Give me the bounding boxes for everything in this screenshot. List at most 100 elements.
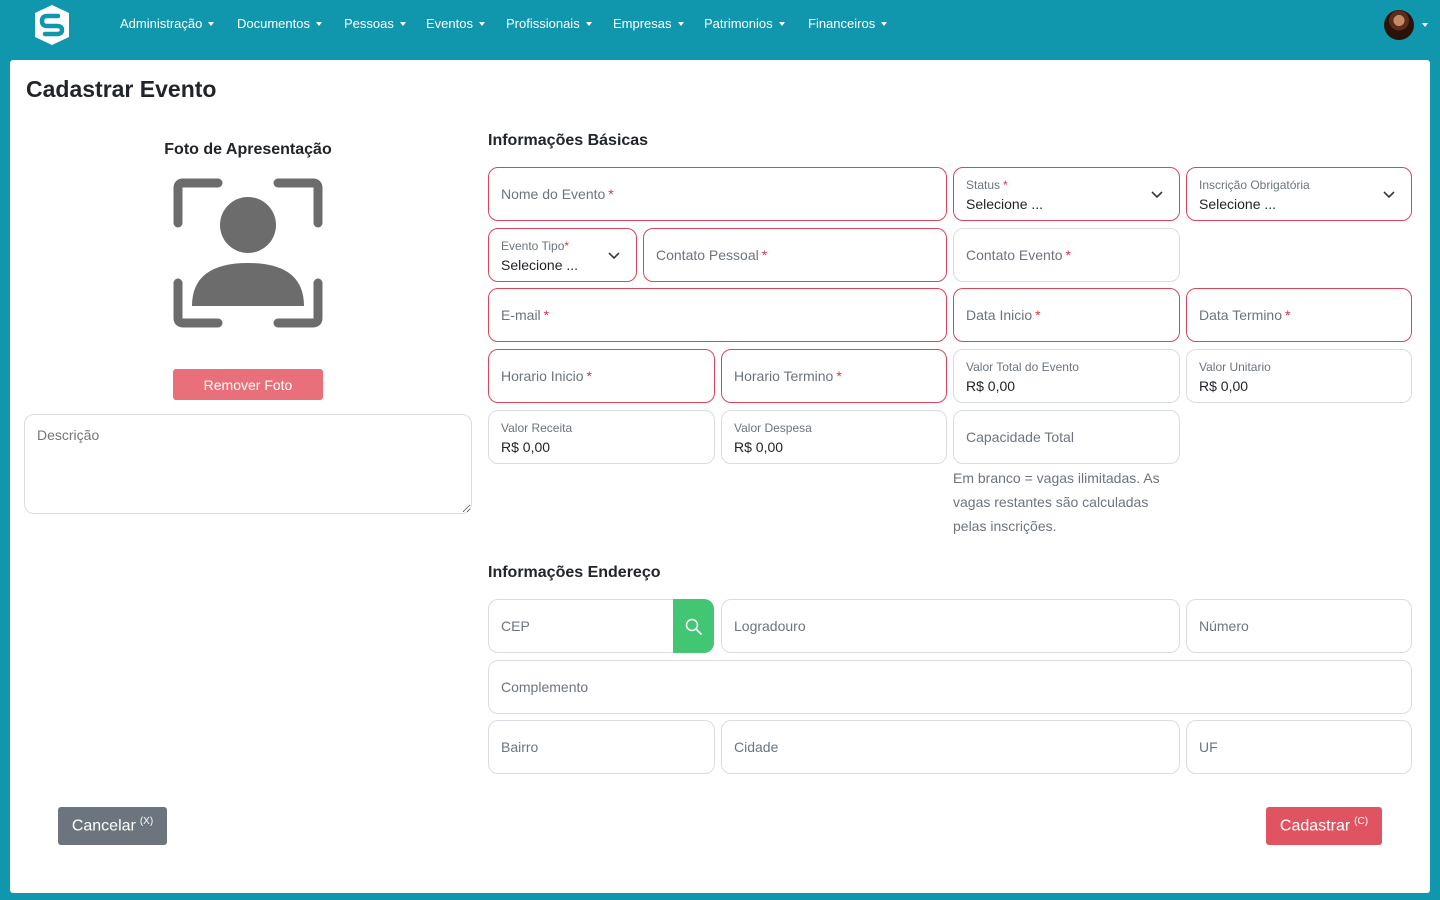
required-mark: *	[761, 247, 768, 263]
caret-down-icon	[1422, 23, 1428, 27]
end-date-placeholder: Data Termino	[1199, 307, 1283, 323]
required-mark: *	[586, 368, 592, 384]
end-date-input[interactable]: Data Termino *	[1186, 288, 1412, 342]
cancel-button[interactable]: Cancelar (X)	[58, 807, 167, 845]
photo-section-title: Foto de Apresentação	[164, 141, 332, 158]
unit-value-input[interactable]: Valor Unitario R$ 0,00	[1186, 349, 1412, 403]
status-label: Status	[966, 178, 1001, 192]
cep-placeholder: CEP	[501, 618, 530, 634]
expense-value-value: R$ 0,00	[734, 439, 784, 455]
section-title-address: Informações Endereço	[488, 564, 661, 581]
start-time-placeholder: Horario Inicio	[501, 368, 584, 384]
caret-down-icon	[399, 22, 406, 26]
event-contact-placeholder: Contato Evento	[966, 247, 1063, 263]
email-field[interactable]: E-mail *	[488, 288, 947, 342]
caret-down-icon	[585, 22, 592, 26]
nav-menu-administracao[interactable]: Administração	[120, 16, 215, 31]
event-contact-input[interactable]: Contato Evento *	[953, 228, 1180, 282]
revenue-value-input[interactable]: Valor Receita R$ 0,00	[488, 410, 715, 464]
nav-menu-eventos[interactable]: Eventos	[426, 16, 485, 31]
inscription-required-select[interactable]: Inscrição Obrigatória Selecione ...	[1186, 167, 1412, 221]
number-placeholder: Número	[1199, 618, 1249, 634]
page-title: Cadastrar Evento	[26, 76, 217, 102]
event-type-label: Evento Tipo	[501, 239, 565, 253]
nav-menu-documentos[interactable]: Documentos	[237, 16, 322, 31]
event-type-select[interactable]: Evento Tipo* Selecione ...	[488, 228, 637, 282]
chevron-down-icon	[1383, 191, 1395, 199]
state-placeholder: UF	[1199, 739, 1218, 755]
remove-photo-button[interactable]: Remover Foto	[173, 369, 323, 400]
city-placeholder: Cidade	[734, 739, 779, 755]
neighborhood-placeholder: Bairro	[501, 739, 539, 755]
submit-button[interactable]: Cadastrar (C)	[1266, 807, 1382, 845]
end-time-input[interactable]: Horario Termino *	[721, 349, 947, 403]
required-mark: *	[1285, 307, 1291, 323]
cep-search-button[interactable]	[673, 599, 714, 653]
total-value-label: Valor Total do Evento	[966, 360, 1079, 374]
event-name-input[interactable]: Nome do Evento *	[488, 167, 947, 221]
total-capacity-input[interactable]: Capacidade Total	[953, 410, 1180, 464]
caret-down-icon	[315, 22, 322, 26]
user-menu[interactable]	[1384, 10, 1430, 40]
total-capacity-placeholder: Capacidade Total	[966, 429, 1074, 445]
neighborhood-input[interactable]: Bairro	[488, 720, 715, 774]
app-logo-icon[interactable]	[30, 3, 74, 47]
total-value-value: R$ 0,00	[966, 378, 1016, 394]
required-mark: *	[564, 239, 570, 253]
chevron-down-icon	[608, 252, 620, 260]
personal-contact-input[interactable]: Contato Pessoal *	[643, 228, 947, 282]
event-name-placeholder: Nome do Evento	[501, 186, 606, 202]
event-type-value: Selecione ...	[501, 257, 579, 273]
city-input[interactable]: Cidade	[721, 720, 1180, 774]
complement-input[interactable]: Complemento	[488, 660, 1412, 714]
inscription-required-label: Inscrição Obrigatória	[1199, 178, 1310, 192]
caret-down-icon	[881, 22, 888, 26]
total-value-input[interactable]: Valor Total do Evento R$ 0,00	[953, 349, 1180, 403]
caret-down-icon	[208, 22, 215, 26]
nav-menu-patrimonios[interactable]: Patrimonios	[704, 16, 785, 31]
revenue-value-value: R$ 0,00	[501, 439, 551, 455]
nav-menu-profissionais[interactable]: Profissionais	[506, 16, 592, 31]
required-mark: *	[1035, 307, 1041, 323]
required-mark: *	[543, 307, 550, 323]
capacity-help-text: Em branco = vagas ilimitadas. As vagas r…	[953, 470, 1160, 534]
email-placeholder: E-mail	[501, 307, 541, 323]
nav-menu-pessoas[interactable]: Pessoas	[344, 16, 406, 31]
inscription-required-value: Selecione ...	[1199, 196, 1277, 212]
caret-down-icon	[478, 22, 485, 26]
caret-down-icon	[677, 22, 684, 26]
nav-menu-empresas[interactable]: Empresas	[613, 16, 684, 31]
status-select[interactable]: Status * Selecione ...	[953, 167, 1180, 221]
expense-value-label: Valor Despesa	[734, 421, 812, 435]
required-mark: *	[1065, 247, 1071, 263]
complement-placeholder: Complemento	[501, 679, 589, 695]
section-title-basic: Informações Básicas	[488, 132, 649, 149]
start-time-input[interactable]: Horario Inicio *	[488, 349, 715, 403]
status-value: Selecione ...	[966, 196, 1044, 212]
start-date-input[interactable]: Data Inicio *	[953, 288, 1180, 342]
expense-value-input[interactable]: Valor Despesa R$ 0,00	[721, 410, 947, 464]
start-date-placeholder: Data Inicio	[966, 307, 1033, 323]
caret-down-icon	[778, 22, 785, 26]
state-input[interactable]: UF	[1186, 720, 1412, 774]
submit-label: Cadastrar	[1279, 817, 1351, 835]
street-input[interactable]: Logradouro	[721, 599, 1180, 653]
unit-value-value: R$ 0,00	[1199, 378, 1249, 394]
user-photo-placeholder-icon[interactable]	[173, 178, 323, 328]
required-mark: *	[1003, 178, 1008, 192]
submit-shortcut: (C)	[1354, 816, 1369, 828]
cancel-shortcut: (X)	[139, 816, 154, 828]
required-mark: *	[608, 186, 614, 202]
nav-menu-financeiros[interactable]: Financeiros	[808, 16, 888, 31]
chevron-down-icon	[1151, 191, 1163, 199]
search-icon	[685, 618, 702, 635]
top-navbar: Administração Documentos Pessoas Eventos…	[0, 0, 1440, 50]
revenue-value-label: Valor Receita	[501, 421, 573, 435]
avatar[interactable]	[1384, 10, 1414, 40]
end-time-placeholder: Horario Termino	[734, 368, 834, 384]
number-input[interactable]: Número	[1186, 599, 1412, 653]
personal-contact-placeholder: Contato Pessoal	[656, 247, 759, 263]
description-textarea[interactable]	[24, 414, 472, 514]
cancel-label: Cancelar	[71, 817, 136, 835]
unit-value-label: Valor Unitario	[1199, 360, 1271, 374]
